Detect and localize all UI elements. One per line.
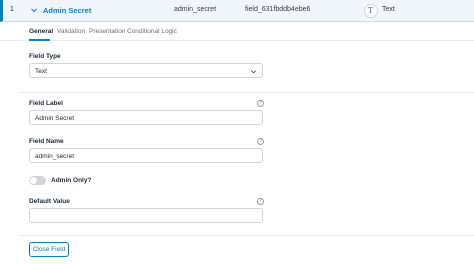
help-glyph: ? [259,138,262,144]
toggle-knob [30,177,37,184]
field-label-input[interactable]: Admin Secret [29,110,263,125]
field-type-text: Text [382,6,395,13]
field-label-link[interactable]: Admin Secret [43,6,91,15]
field-type-select[interactable]: Text [29,63,263,78]
field-name-heading: Field Name [29,138,64,145]
field-type-selected-value: Text [35,68,47,75]
tab-validation[interactable]: Validation [57,28,85,35]
field-label-heading: Field Label [29,100,63,107]
admin-only-label: Admin Only? [51,177,92,184]
admin-only-toggle[interactable] [29,176,46,185]
text-type-glyph: T [368,6,374,15]
close-field-button[interactable]: Close Field [29,242,69,257]
field-name-text: admin_secret [174,6,217,13]
chevron-down-icon [251,70,256,74]
help-glyph: ? [259,100,262,106]
field-order-number: 1 [10,6,14,13]
active-tab-indicator [29,39,50,41]
help-icon[interactable]: ? [257,100,264,107]
default-value-heading: Default Value [29,198,70,205]
field-name-input[interactable]: admin_secret [29,148,263,163]
tab-general[interactable]: General [29,28,53,35]
field-row-header[interactable]: 1 Admin Secret admin_secret field_631fbd… [0,0,474,22]
default-value-input[interactable] [29,208,263,223]
field-type-label: Field Type [29,53,61,60]
field-name-value: admin_secret [35,153,75,160]
help-icon[interactable]: ? [257,138,264,145]
footer-divider [20,235,474,236]
settings-tabs: General Validation Presentation Conditio… [0,22,474,41]
field-key-text: field_631fbddb4ebe6 [245,6,311,13]
help-icon[interactable]: ? [257,198,264,205]
chevron-down-icon[interactable] [30,6,38,14]
text-type-icon: T [364,4,378,18]
field-label-value: Admin Secret [35,115,75,122]
section-divider [20,92,474,93]
help-glyph: ? [259,198,262,204]
tab-presentation[interactable]: Presentation [89,28,126,35]
tab-conditional-logic[interactable]: Conditional Logic [127,28,177,35]
